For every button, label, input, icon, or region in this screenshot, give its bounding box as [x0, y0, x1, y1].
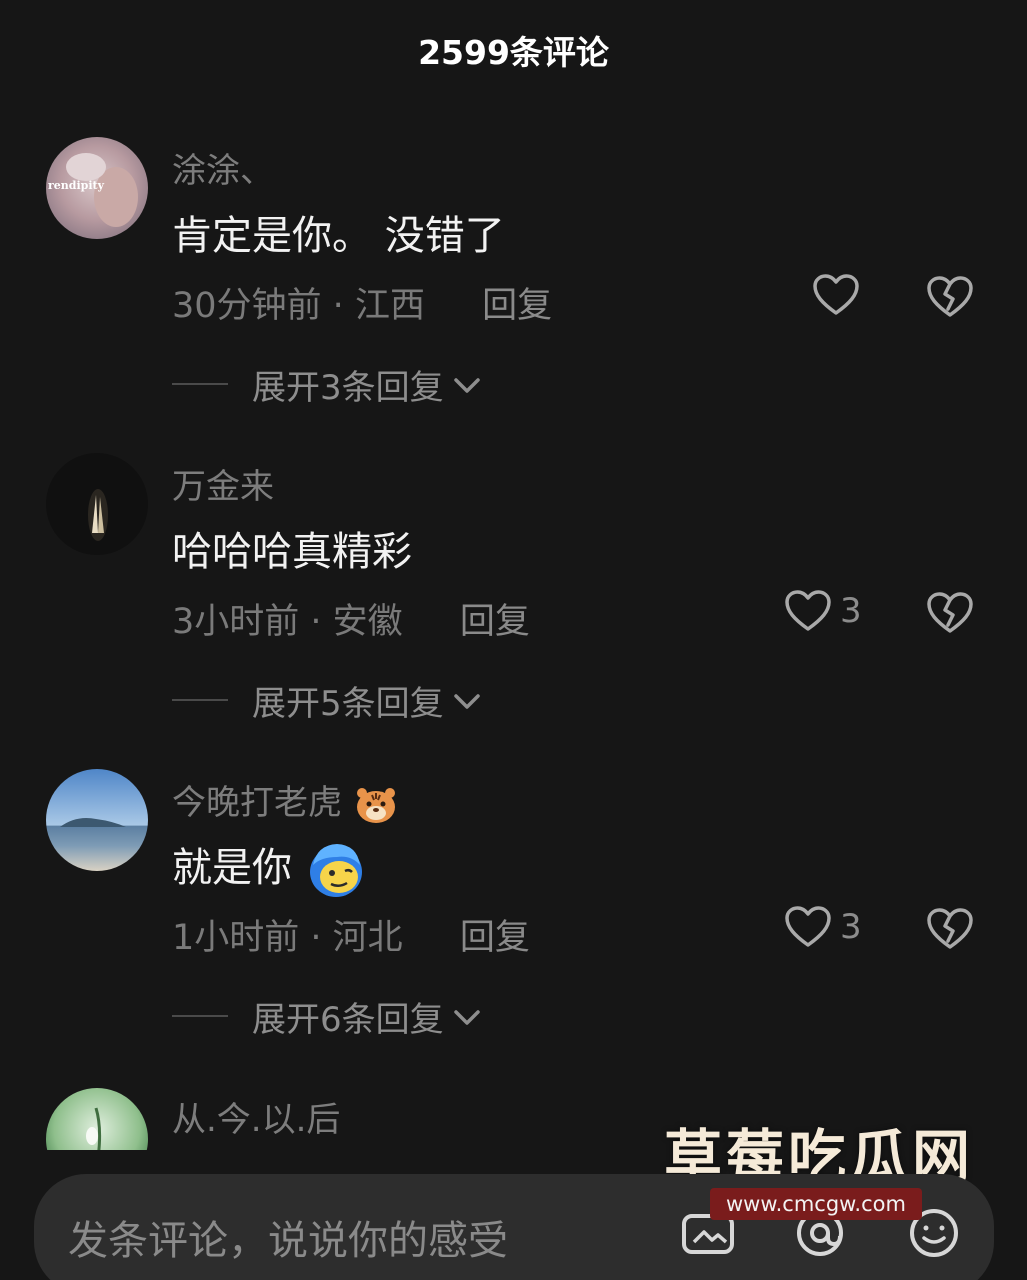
chevron-down-icon — [453, 378, 480, 393]
comment-username[interactable]: 从.今.以.后 — [172, 1092, 340, 1141]
comment-text: 哈哈哈真精彩 — [172, 529, 412, 575]
like-button[interactable]: 3 — [784, 589, 894, 639]
avatar-text: rendipity — [48, 179, 105, 192]
comment-item: 万金来 哈哈哈真精彩 3小时前 · 安徽 回复 3 展开5条回复 — [0, 453, 1027, 753]
expand-replies-button[interactable]: 展开5条回复 — [172, 677, 482, 724]
expand-replies-label: 展开5条回复 — [252, 683, 444, 724]
divider — [172, 1015, 228, 1017]
expand-replies-label: 展开6条回复 — [252, 999, 444, 1040]
comment-username[interactable]: 万金来 — [172, 459, 274, 508]
dislike-button[interactable] — [926, 907, 974, 953]
like-button[interactable]: 3 — [784, 905, 894, 955]
dislike-button[interactable] — [926, 275, 974, 321]
comment-item: 今晚打老虎 就是你 1小时前 · 河北 回复 3 展开6条回复 — [0, 769, 1027, 1069]
expand-replies-label: 展开3条回复 — [252, 367, 444, 408]
comment-username[interactable]: 涂涂、 — [172, 143, 274, 192]
reply-button[interactable]: 回复 — [460, 602, 530, 642]
comment-meta: 30分钟前 · 江西 回复 — [172, 277, 552, 328]
comment-text: 就是你 — [172, 835, 365, 899]
expand-replies-button[interactable]: 展开3条回复 — [172, 361, 482, 408]
tiger-emoji-icon — [356, 787, 395, 823]
watermark-url: www.cmcgw.com — [710, 1188, 922, 1220]
comment-meta: 1小时前 · 河北 回复 — [172, 909, 530, 960]
comments-panel: 2599条评论 rendipity 涂涂、 肯定是你。 没错了 30分钟前 · … — [0, 0, 1027, 1280]
comment-time: 3小时前 — [172, 602, 300, 642]
like-count: 3 — [840, 907, 862, 947]
comment-username-text: 今晚打老虎 — [172, 783, 342, 823]
avatar[interactable] — [46, 769, 148, 871]
reply-button[interactable]: 回复 — [460, 918, 530, 958]
comment-location: 河北 — [332, 918, 403, 958]
broken-heart-icon — [927, 592, 973, 633]
heart-icon — [785, 906, 831, 947]
comment-input-placeholder[interactable]: 发条评论，说说你的感受 — [68, 1208, 508, 1266]
blushing-face-emoji-icon — [309, 844, 362, 897]
divider — [172, 699, 228, 701]
comment-location: 安徽 — [332, 602, 403, 642]
comment-username[interactable]: 今晚打老虎 — [172, 775, 397, 825]
avatar[interactable]: rendipity — [46, 137, 148, 239]
meta-separator: · — [321, 286, 355, 326]
heart-icon — [813, 274, 859, 315]
avatar-image — [46, 1088, 148, 1150]
heart-icon — [785, 590, 831, 631]
chevron-down-icon — [453, 694, 480, 709]
dislike-button[interactable] — [926, 591, 974, 637]
avatar-image — [46, 769, 148, 871]
avatar-image — [46, 453, 148, 555]
comment-time: 1小时前 — [172, 918, 300, 958]
comment-location: 江西 — [354, 286, 425, 326]
comment-item: rendipity 涂涂、 肯定是你。 没错了 30分钟前 · 江西 回复 展开… — [0, 137, 1027, 437]
comment-time: 30分钟前 — [172, 286, 322, 326]
broken-heart-icon — [927, 908, 973, 949]
comment-count-title: 2599条评论 — [418, 33, 609, 72]
expand-replies-button[interactable]: 展开6条回复 — [172, 993, 482, 1040]
broken-heart-icon — [927, 276, 973, 317]
chevron-down-icon — [453, 1010, 480, 1025]
comment-text-content: 就是你 — [172, 845, 292, 891]
meta-separator: · — [299, 918, 333, 958]
meta-separator: · — [299, 602, 333, 642]
like-count: 3 — [840, 591, 862, 631]
watermark-title: 草莓吃瓜网 — [664, 1123, 975, 1191]
comment-text: 肯定是你。 没错了 — [172, 213, 505, 259]
comment-meta: 3小时前 · 安徽 回复 — [172, 593, 530, 644]
avatar[interactable] — [46, 1088, 148, 1150]
like-button[interactable] — [812, 273, 922, 323]
divider — [172, 383, 228, 385]
reply-button[interactable]: 回复 — [482, 286, 552, 326]
avatar[interactable] — [46, 453, 148, 555]
